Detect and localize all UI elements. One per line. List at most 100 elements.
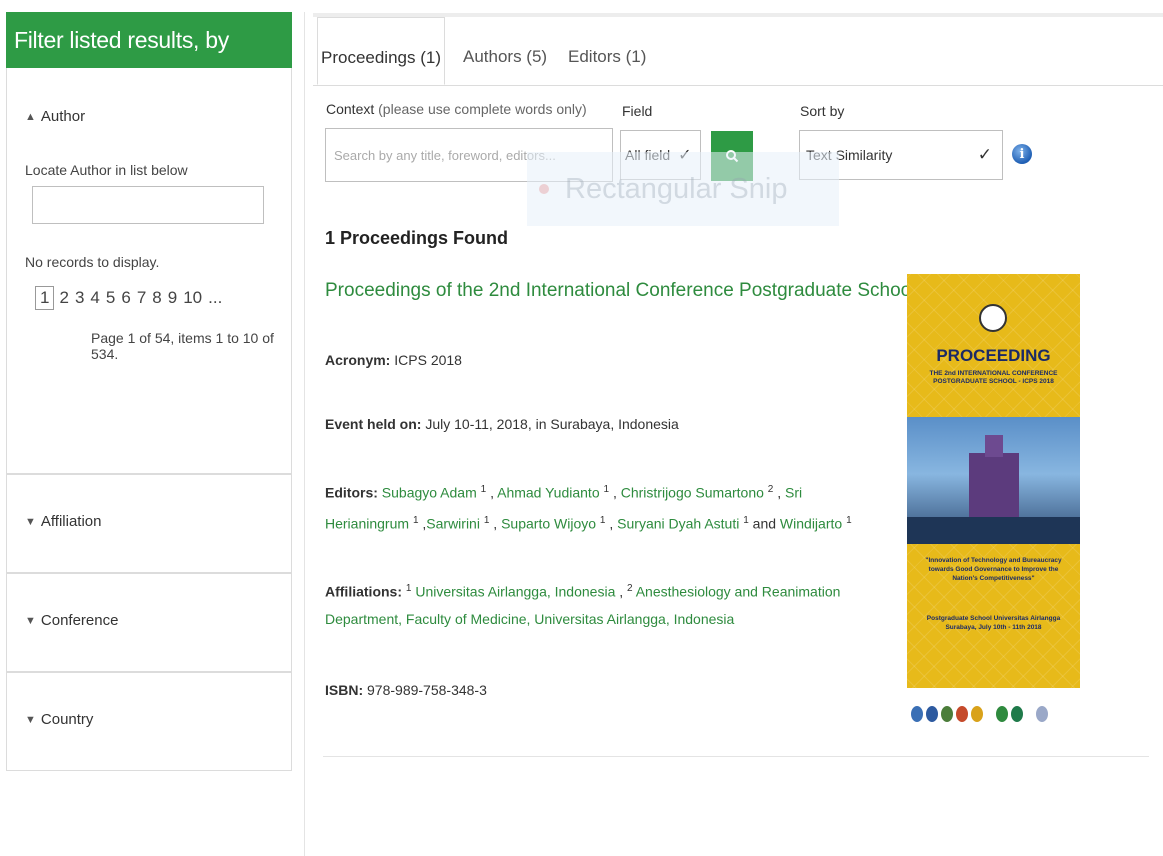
building-shape xyxy=(969,453,1019,519)
context-label-text: Context xyxy=(326,101,375,117)
isbn-row: ISBN: 978-989-758-348-3 xyxy=(325,677,487,704)
author-filter-panel: ▲ Author Locate Author in list below No … xyxy=(6,68,292,474)
cover-place: Postgraduate School Universitas Airlangg… xyxy=(926,615,1061,631)
building-tower xyxy=(985,435,1003,457)
sponsor-logo-icon xyxy=(911,705,923,722)
pager-page-6[interactable]: 6 xyxy=(118,287,133,309)
tab-editors[interactable]: Editors (1) xyxy=(568,17,646,85)
editors-row: Editors: Subagyo Adam 1 , Ahmad Yudianto… xyxy=(325,484,852,532)
editor-affiliation-sup: 1 xyxy=(743,514,749,526)
editor-affiliation-sup: 1 xyxy=(846,514,852,526)
pager-page-5[interactable]: 5 xyxy=(103,287,118,309)
editor-link[interactable]: Windijarto xyxy=(780,515,842,531)
aff2-sup: 2 xyxy=(627,583,633,594)
aff1-sup: 1 xyxy=(405,583,412,594)
affiliations-row: Affiliations: 1 Universitas Airlangga, I… xyxy=(325,583,841,627)
sponsor-logo-icon xyxy=(926,705,938,722)
editor-affiliation-sup: 1 xyxy=(483,514,490,526)
affiliation-link-1[interactable]: Universitas Airlangga, Indonesia xyxy=(415,584,615,600)
pager-page-more[interactable]: ... xyxy=(205,287,225,309)
author-pager: 1 2 3 4 5 6 7 8 9 10... xyxy=(35,286,225,310)
chevron-down-icon: ▼ xyxy=(25,515,36,528)
editors-label: Editors: xyxy=(325,484,378,501)
context-hint: (please use complete words only) xyxy=(378,101,587,117)
chevron-down-icon: ▼ xyxy=(25,614,36,627)
event-label: Event held on: xyxy=(325,416,422,432)
snip-icon xyxy=(539,184,549,194)
pager-page-9[interactable]: 9 xyxy=(165,287,180,309)
editor-affiliation-sup: 1 xyxy=(603,484,610,495)
tab-proceedings[interactable]: Proceedings (1) xyxy=(317,17,445,85)
editor-link[interactable]: Suryani Dyah Astuti xyxy=(617,515,739,531)
editor-link[interactable]: Sarwirini xyxy=(426,515,480,531)
sponsor-logo-icon xyxy=(956,705,968,722)
acronym-value: ICPS 2018 xyxy=(394,352,462,368)
sort-label: Sort by xyxy=(800,103,845,119)
editor-affiliation-sup: 2 xyxy=(767,484,774,495)
snip-overlay: Rectangular Snip xyxy=(527,152,839,226)
pager-page-4[interactable]: 4 xyxy=(87,287,102,309)
cover-tagline: "Innovation of Technology and Bureaucrac… xyxy=(925,557,1062,582)
country-toggle[interactable]: ▼ Country xyxy=(25,711,93,728)
locate-author-input[interactable] xyxy=(32,186,264,224)
country-filter-panel: ▼ Country xyxy=(6,672,292,771)
acronym-label: Acronym: xyxy=(325,352,391,368)
context-label: Context (please use complete words only) xyxy=(326,101,587,117)
isbn-label: ISBN: xyxy=(325,682,364,698)
cover-building-photo xyxy=(907,417,1080,544)
conference-filter-panel: ▼ Conference xyxy=(6,573,292,672)
author-toggle[interactable]: ▲ Author xyxy=(25,108,85,125)
sponsor-logo-icon xyxy=(941,705,953,722)
isbn-value: 978-989-758-348-3 xyxy=(367,682,487,698)
result-title-link[interactable]: Proceedings of the 2nd International Con… xyxy=(325,280,915,302)
editor-affiliation-sup: 1 xyxy=(480,484,487,495)
cover-subtitle: THE 2nd INTERNATIONAL CONFERENCE POSTGRA… xyxy=(929,370,1058,385)
affiliation-toggle-label: Affiliation xyxy=(40,513,102,530)
filter-sidebar: Filter listed results, by ▲ Author Locat… xyxy=(6,12,292,771)
editor-link[interactable]: Suparto Wijoyo xyxy=(501,515,596,531)
no-records-text: No records to display. xyxy=(25,254,160,270)
page-info: Page 1 of 54, items 1 to 10 of 534. xyxy=(91,330,274,362)
snip-overlay-text: Rectangular Snip xyxy=(565,172,788,205)
editor-affiliation-sup: 1 xyxy=(412,514,419,526)
filter-header: Filter listed results, by xyxy=(6,12,292,68)
sponsor-logo-icon xyxy=(1011,705,1023,722)
conference-toggle-label: Conference xyxy=(40,612,119,629)
column-divider xyxy=(304,12,305,856)
pager-page-8[interactable]: 8 xyxy=(149,287,164,309)
chevron-down-icon: ✓ xyxy=(977,145,992,164)
pager-page-1[interactable]: 1 xyxy=(35,286,55,310)
chevron-up-icon: ▲ xyxy=(25,110,36,123)
sponsor-logos xyxy=(907,688,1080,739)
university-logo-icon xyxy=(979,304,1007,332)
editor-link[interactable]: Ahmad Yudianto xyxy=(497,485,600,501)
affiliations-label: Affiliations: xyxy=(325,583,402,600)
pager-page-2[interactable]: 2 xyxy=(56,287,71,309)
results-count: 1 Proceedings Found xyxy=(325,228,509,248)
results-divider xyxy=(323,756,1149,757)
pager-page-3[interactable]: 3 xyxy=(72,287,87,309)
building-reflection xyxy=(907,517,1080,544)
sponsor-logo-icon xyxy=(996,705,1008,722)
pager-page-10[interactable]: 10 xyxy=(180,287,205,309)
acronym-row: Acronym: ICPS 2018 xyxy=(325,347,462,374)
conference-toggle[interactable]: ▼ Conference xyxy=(25,612,118,629)
sponsor-logo-icon xyxy=(1036,705,1048,722)
info-icon[interactable]: i xyxy=(1012,144,1032,164)
proceedings-cover-image[interactable]: PROCEEDING THE 2nd INTERNATIONAL CONFERE… xyxy=(907,274,1080,739)
affiliation-filter-panel: ▼ Affiliation xyxy=(6,474,292,573)
event-row: Event held on: July 10-11, 2018, in Sura… xyxy=(325,411,679,438)
author-toggle-label: Author xyxy=(40,108,86,125)
event-value: July 10-11, 2018, in Surabaya, Indonesia xyxy=(425,416,679,432)
editor-link[interactable]: Christrijogo Sumartono xyxy=(621,485,764,501)
affiliation-toggle[interactable]: ▼ Affiliation xyxy=(25,513,101,530)
tab-authors[interactable]: Authors (5) xyxy=(463,17,547,85)
pager-page-7[interactable]: 7 xyxy=(134,287,149,309)
chevron-down-icon: ▼ xyxy=(25,713,36,726)
editor-link[interactable]: Subagyo Adam xyxy=(382,485,477,501)
country-toggle-label: Country xyxy=(40,711,94,728)
field-label: Field xyxy=(622,103,653,119)
sponsor-logo-icon xyxy=(971,705,983,722)
locate-author-label: Locate Author in list below xyxy=(25,162,188,178)
cover-title: PROCEEDING xyxy=(936,346,1051,365)
